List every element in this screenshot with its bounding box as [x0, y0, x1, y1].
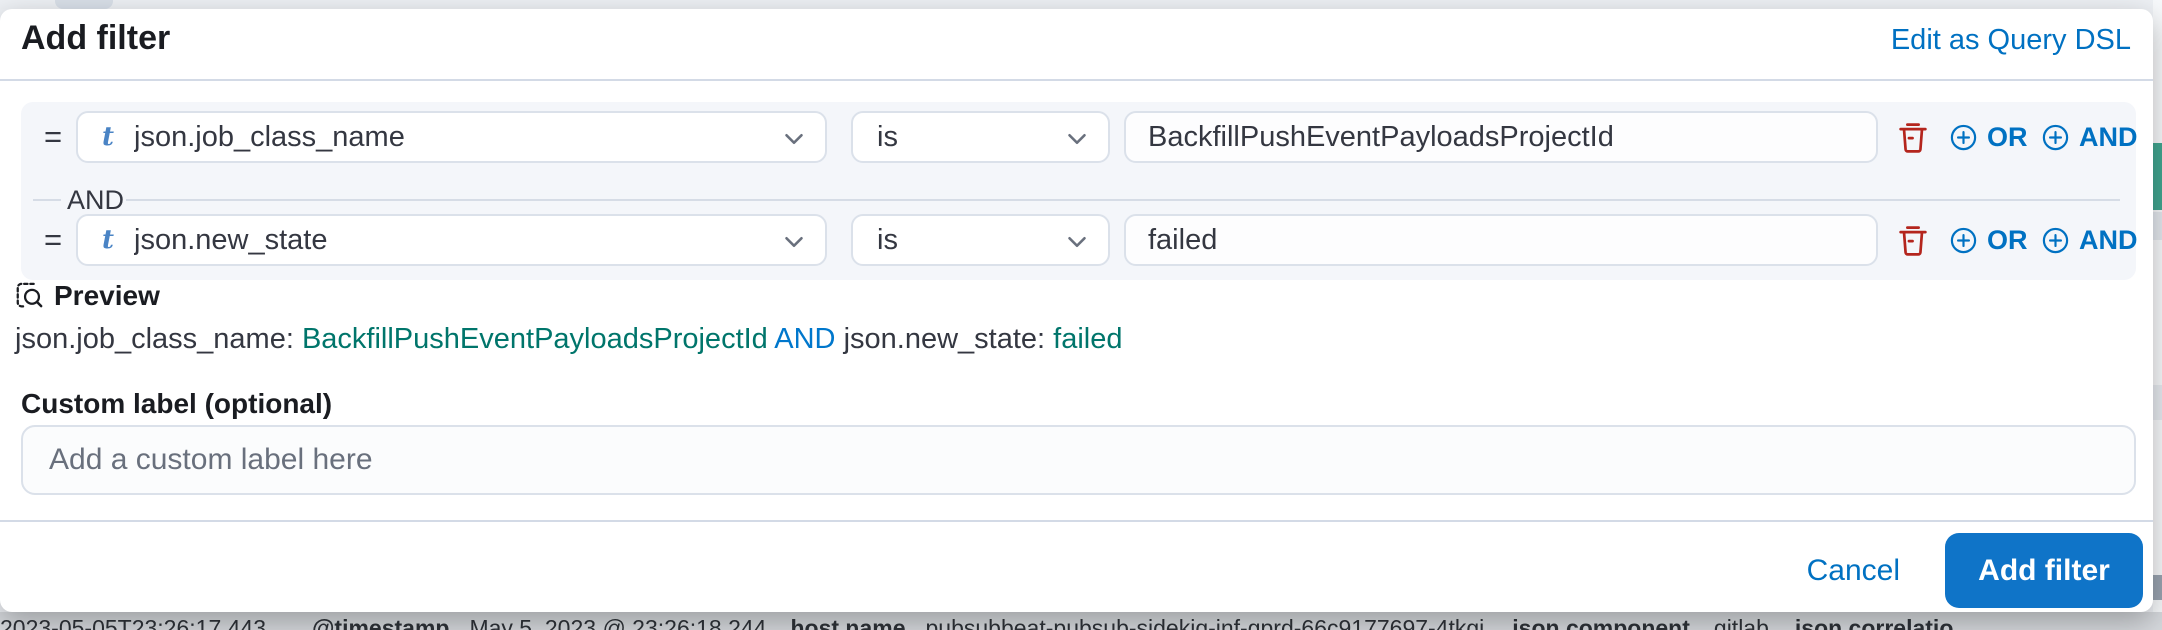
chevron-down-icon: [785, 133, 803, 145]
plus-circle-icon: [2042, 227, 2069, 253]
background-tab-fragment: [55, 0, 113, 9]
chevron-down-icon: [785, 236, 803, 248]
cancel-button[interactable]: Cancel: [1807, 539, 1900, 603]
equals-prefix: =: [43, 119, 63, 154]
preview-header: Preview: [14, 280, 160, 312]
field-select-value: json.new_state: [134, 223, 328, 256]
and-button-label: AND: [2079, 224, 2138, 255]
operator-select-value: is: [877, 120, 898, 153]
add-filter-button[interactable]: Add filter: [1945, 533, 2143, 608]
inspect-icon: [16, 282, 43, 308]
delete-filter-icon[interactable]: [1895, 222, 1931, 258]
background-table-row: 2023-05-05T23:26:17.443 @timestamp May 5, …: [0, 612, 2162, 630]
operator-select-value: is: [877, 223, 898, 256]
or-button-label: OR: [1987, 121, 2028, 152]
string-field-type-icon: t: [102, 225, 115, 255]
equals-prefix: =: [43, 222, 63, 257]
chevron-down-icon: [1068, 236, 1086, 248]
filter-row-2: = t json.new_state is OR: [21, 214, 2138, 266]
delete-filter-icon[interactable]: [1895, 119, 1931, 155]
add-or-condition-button[interactable]: OR: [1949, 111, 2028, 163]
add-filter-popover: Add filter Edit as Query DSL = t json.jo…: [0, 9, 2153, 612]
add-or-condition-button[interactable]: OR: [1949, 214, 2028, 266]
background-right-strip: [2153, 0, 2162, 630]
and-separator-label: AND: [67, 185, 125, 215]
filter-group-panel: = t json.job_class_name is OR: [21, 102, 2138, 280]
header-divider: [0, 79, 2153, 81]
plus-circle-icon: [1950, 124, 1977, 150]
footer-divider: [0, 520, 2153, 522]
plus-circle-icon: [1950, 227, 1977, 253]
field-select-value: json.job_class_name: [134, 120, 405, 153]
field-select-row1[interactable]: t json.job_class_name: [76, 111, 827, 163]
plus-circle-icon: [2042, 124, 2069, 150]
edit-as-query-dsl-link[interactable]: Edit as Query DSL: [1891, 22, 2131, 58]
custom-label-input[interactable]: [21, 425, 2136, 495]
preview-label: Preview: [54, 280, 160, 311]
background-top-strip: [0, 0, 2162, 9]
filter-preview-text: json.job_class_name: BackfillPushEventPa…: [15, 323, 1123, 355]
operator-select-row1[interactable]: is: [851, 111, 1110, 163]
popover-title: Add filter: [21, 19, 171, 57]
operator-select-row2[interactable]: is: [851, 214, 1110, 266]
value-input-row2[interactable]: [1124, 214, 1878, 266]
chevron-down-icon: [1068, 133, 1086, 145]
or-button-label: OR: [1987, 224, 2028, 255]
add-and-condition-button[interactable]: AND: [2041, 111, 2138, 163]
screen: 2023-05-05T23:26:17.443 @timestamp May 5, …: [0, 0, 2162, 630]
string-field-type-icon: t: [102, 122, 115, 152]
add-and-condition-button[interactable]: AND: [2041, 214, 2138, 266]
background-table-row-text: 2023-05-05T23:26:17.443 @timestamp May 5, …: [0, 615, 1954, 630]
and-group-separator: AND: [21, 186, 2136, 214]
and-button-label: AND: [2079, 121, 2138, 152]
background-teal-fragment: [2153, 143, 2162, 210]
value-input-row1[interactable]: [1124, 111, 1878, 163]
custom-label-heading: Custom label (optional): [21, 388, 333, 419]
field-select-row2[interactable]: t json.new_state: [76, 214, 827, 266]
filter-row-1: = t json.job_class_name is OR: [21, 111, 2138, 163]
